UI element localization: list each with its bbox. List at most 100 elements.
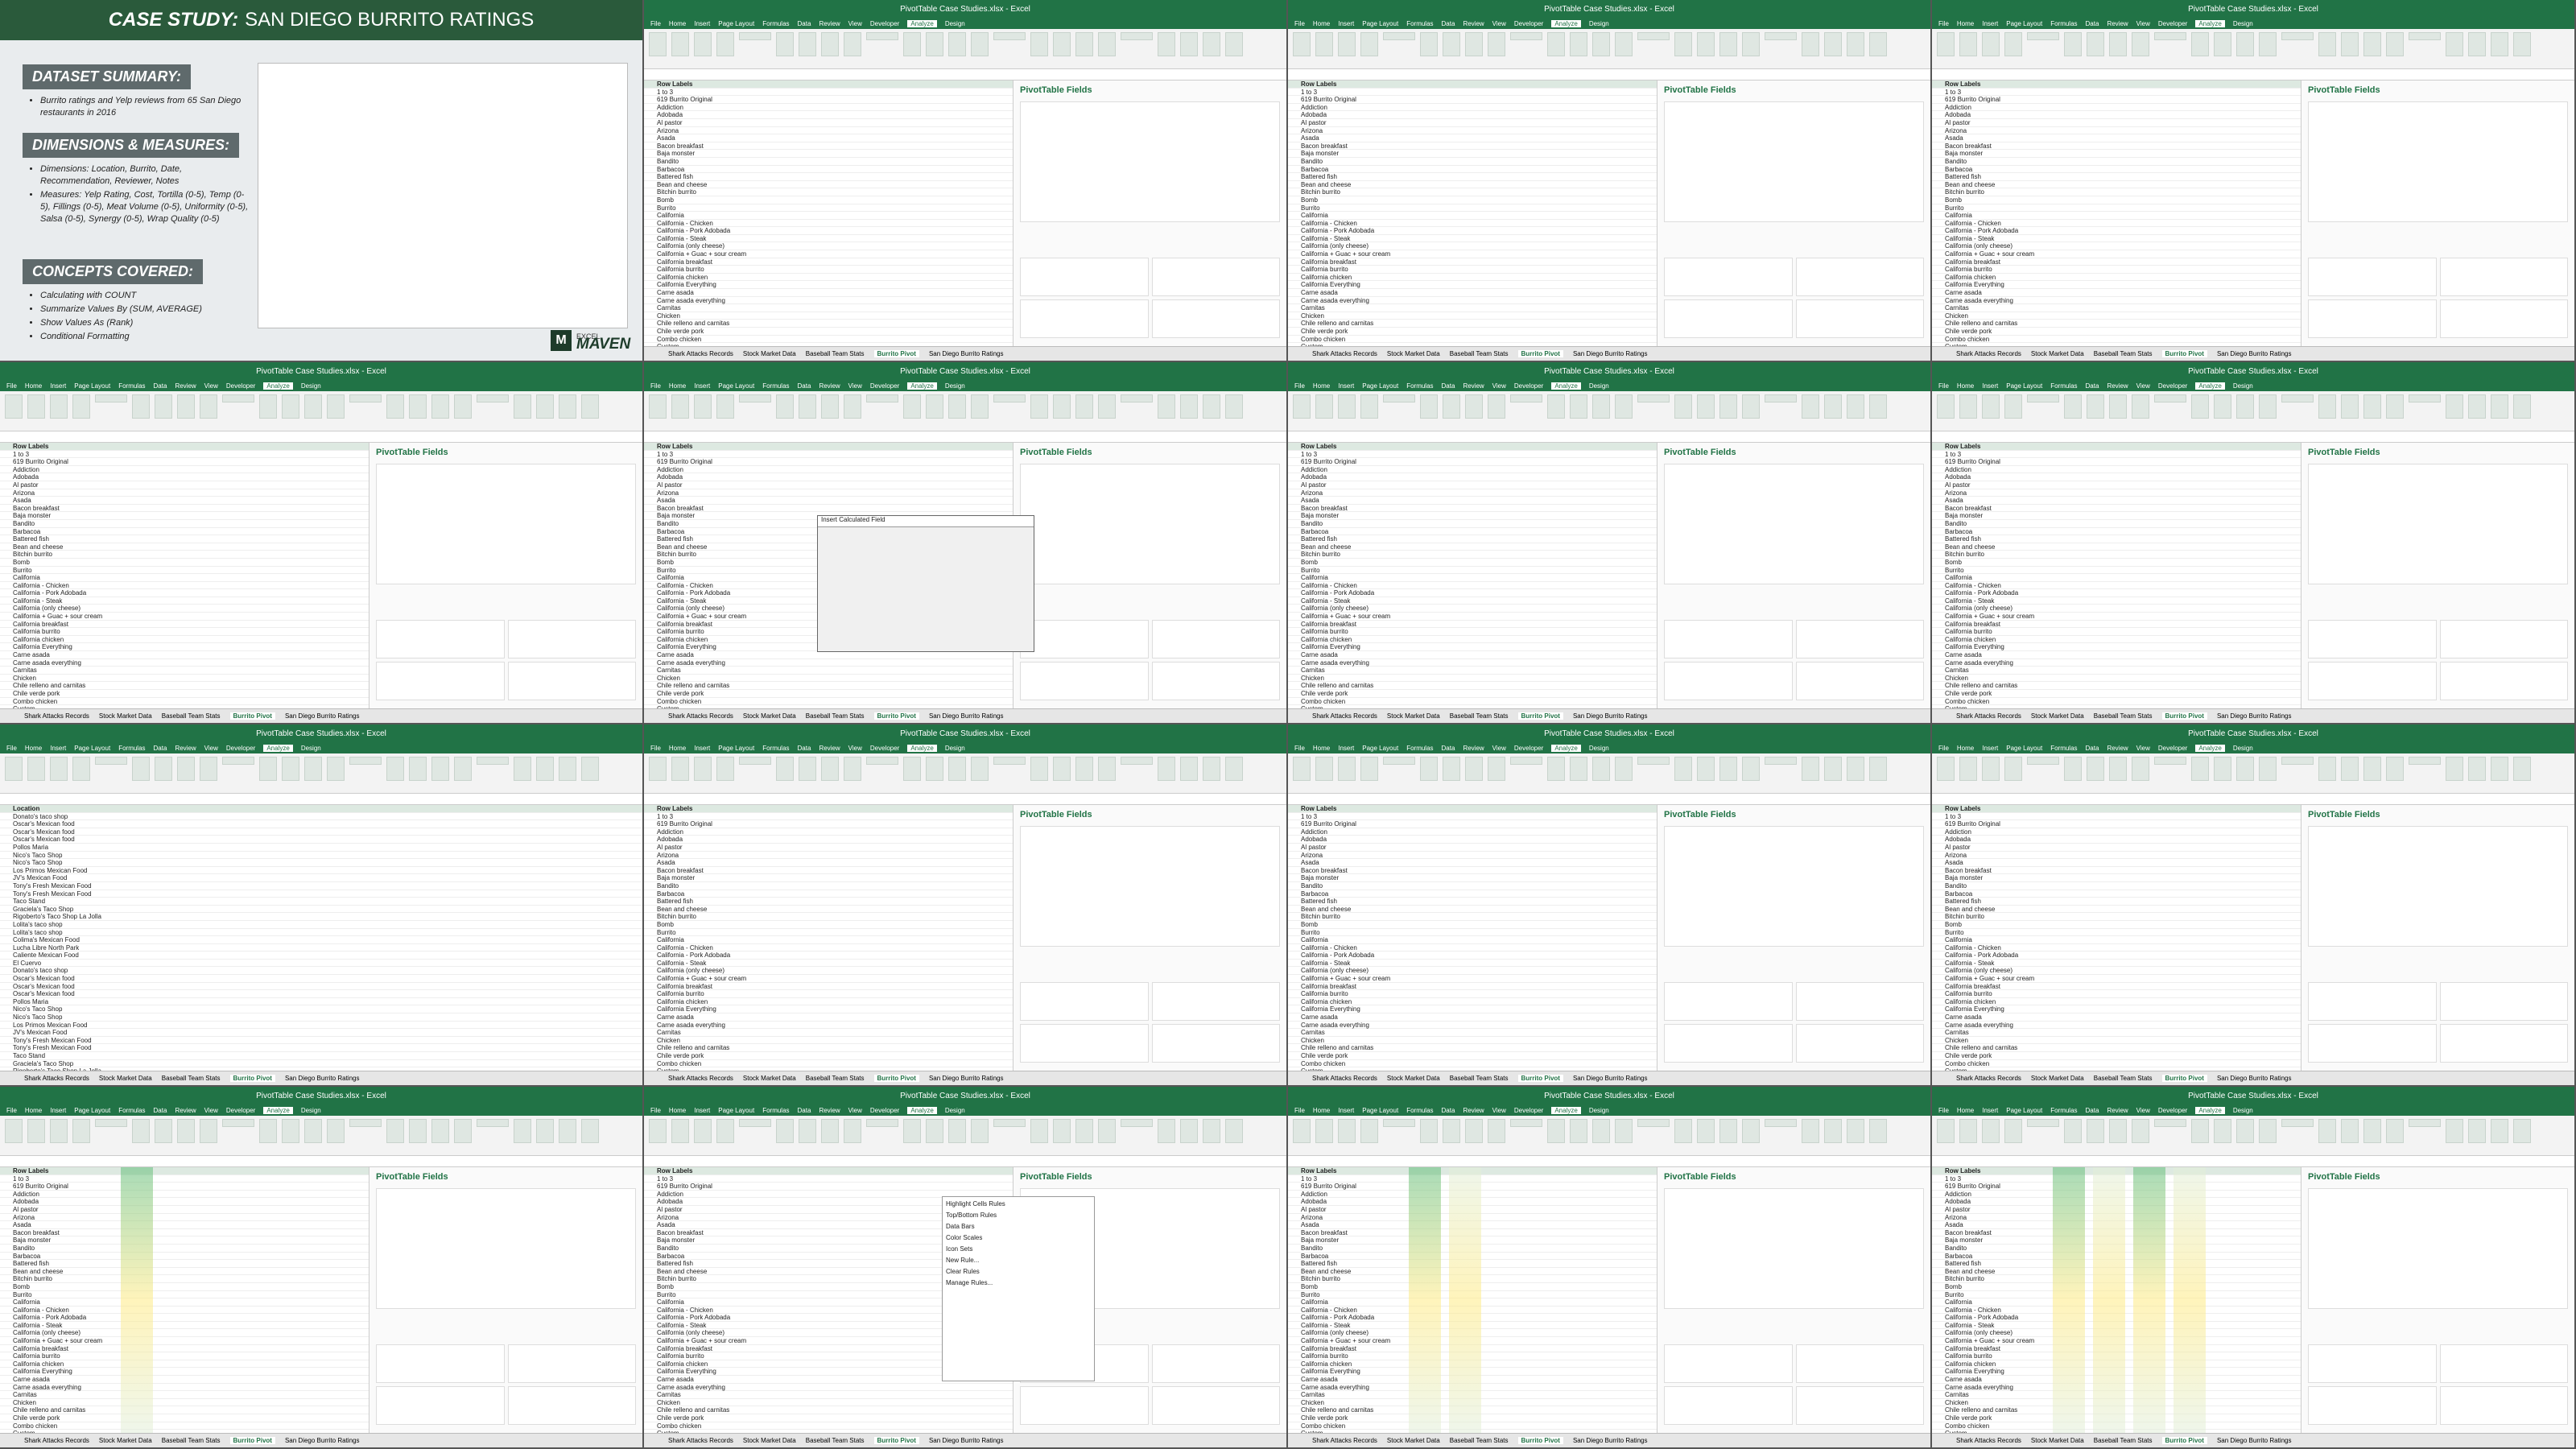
ribbon-tab[interactable]: File bbox=[1938, 20, 1949, 27]
pivot-row[interactable]: 619 Burrito Original bbox=[644, 820, 1014, 828]
ribbon-tab[interactable]: Analyze bbox=[1551, 19, 1581, 27]
filters-area[interactable] bbox=[376, 620, 505, 658]
ribbon-button[interactable] bbox=[649, 32, 667, 56]
pivot-row[interactable]: Al pastor bbox=[644, 481, 1014, 489]
pivot-row[interactable]: California (only cheese) bbox=[644, 242, 1014, 251]
pivot-row[interactable]: Chicken bbox=[644, 1037, 1014, 1045]
cf-menu-item[interactable]: Manage Rules... bbox=[946, 1279, 1091, 1290]
ribbon-button[interactable] bbox=[2363, 32, 2381, 56]
pivot-row[interactable]: California bbox=[1932, 936, 2302, 944]
pivot-row[interactable]: California burrito bbox=[644, 990, 1014, 998]
ribbon-button[interactable] bbox=[1338, 1119, 1356, 1143]
sheet-tab[interactable]: Baseball Team Stats bbox=[1450, 1075, 1509, 1082]
ribbon-button[interactable] bbox=[739, 757, 771, 765]
ribbon-button[interactable] bbox=[2446, 32, 2463, 56]
ribbon-tab[interactable]: Developer bbox=[226, 382, 255, 390]
pivot-row[interactable]: California chicken bbox=[1932, 636, 2302, 644]
ribbon-button[interactable] bbox=[2027, 1119, 2059, 1127]
pivot-row[interactable]: 1 to 3 bbox=[644, 813, 1014, 821]
ribbon-button[interactable] bbox=[1982, 1119, 2000, 1143]
pivot-row[interactable]: Al pastor bbox=[1288, 119, 1658, 127]
pivot-row[interactable]: Chicken bbox=[1932, 1037, 2302, 1045]
pivot-row[interactable]: Bomb bbox=[0, 559, 370, 567]
field-list[interactable] bbox=[1020, 101, 1280, 222]
ribbon-button[interactable] bbox=[2409, 32, 2441, 40]
ribbon-button[interactable] bbox=[866, 394, 898, 402]
ribbon-button[interactable] bbox=[799, 32, 816, 56]
ribbon-button[interactable] bbox=[349, 757, 382, 765]
pivot-row[interactable]: 619 Burrito Original bbox=[1932, 96, 2302, 104]
pivot-row[interactable]: California breakfast bbox=[1288, 621, 1658, 629]
ribbon-tab[interactable]: Review bbox=[819, 20, 840, 27]
ribbon-button[interactable] bbox=[2154, 394, 2186, 402]
ribbon-button[interactable] bbox=[1637, 32, 1670, 40]
pivot-row[interactable]: Chile relleno and carnitas bbox=[644, 320, 1014, 328]
ribbon-button[interactable] bbox=[2468, 757, 2486, 781]
ribbon-button[interactable] bbox=[132, 1119, 150, 1143]
pivot-row[interactable]: Burrito bbox=[1932, 204, 2302, 213]
pivot-row[interactable]: 1 to 3 bbox=[644, 89, 1014, 97]
ribbon-tab[interactable]: View bbox=[1492, 382, 1506, 390]
ribbon-tab[interactable]: Review bbox=[175, 1107, 196, 1114]
ribbon-tab[interactable]: File bbox=[1294, 20, 1305, 27]
ribbon-tab[interactable]: Formulas bbox=[762, 20, 789, 27]
pivot-row[interactable]: Combo chicken bbox=[1288, 698, 1658, 706]
ribbon-button[interactable] bbox=[282, 394, 299, 419]
pivot-row[interactable]: Carne asada bbox=[1288, 1013, 1658, 1022]
pivot-row[interactable]: Addiction bbox=[0, 466, 370, 474]
ribbon-button[interactable] bbox=[1488, 757, 1505, 781]
pivot-row[interactable]: Battered fish bbox=[1932, 173, 2302, 181]
ribbon-button[interactable] bbox=[2281, 32, 2314, 40]
ribbon-button[interactable] bbox=[716, 757, 734, 781]
ribbon-tab[interactable]: Formulas bbox=[1406, 382, 1433, 390]
ribbon-button[interactable] bbox=[536, 757, 554, 781]
ribbon-button[interactable] bbox=[2259, 394, 2277, 419]
pivot-row[interactable]: Combo chicken bbox=[644, 336, 1014, 344]
ribbon-button[interactable] bbox=[1465, 1119, 1483, 1143]
sheet-tab[interactable]: San Diego Burrito Ratings bbox=[2217, 350, 2292, 357]
ribbon-button[interactable] bbox=[2363, 394, 2381, 419]
ribbon-button[interactable] bbox=[2446, 757, 2463, 781]
sheet-tab[interactable]: Burrito Pivot bbox=[1517, 1437, 1563, 1444]
pivot-row[interactable]: Carne asada everything bbox=[1288, 1022, 1658, 1030]
pivot-row[interactable]: California burrito bbox=[0, 1352, 370, 1360]
pivot-row[interactable]: Addiction bbox=[1288, 104, 1658, 112]
sheet-tab[interactable]: San Diego Burrito Ratings bbox=[929, 350, 1004, 357]
pivot-row[interactable]: California - Chicken bbox=[1932, 582, 2302, 590]
pivot-row[interactable]: California (only cheese) bbox=[1932, 242, 2302, 251]
cf-menu-item[interactable]: Top/Bottom Rules bbox=[946, 1212, 1091, 1223]
pivot-row[interactable]: California Everything bbox=[1932, 1005, 2302, 1014]
values-area[interactable] bbox=[1151, 1024, 1280, 1063]
ribbon-tab[interactable]: Insert bbox=[1338, 382, 1354, 390]
pivot-row[interactable]: California - Pork Adobada bbox=[1288, 589, 1658, 597]
pivot-row[interactable]: Carne asada everything bbox=[644, 1384, 1014, 1392]
sheet-tab[interactable]: San Diego Burrito Ratings bbox=[2217, 712, 2292, 720]
pivot-row[interactable]: Baja monster bbox=[1288, 874, 1658, 882]
ribbon-button[interactable] bbox=[1158, 32, 1175, 56]
ribbon-button[interactable] bbox=[821, 1119, 839, 1143]
ribbon-button[interactable] bbox=[1937, 394, 1955, 419]
ribbon-tab[interactable]: Data bbox=[798, 1107, 811, 1114]
ribbon-button[interactable] bbox=[2259, 757, 2277, 781]
pivot-row[interactable]: Battered fish bbox=[0, 1260, 370, 1268]
ribbon-button[interactable] bbox=[2087, 394, 2104, 419]
ribbon-tab[interactable]: Insert bbox=[694, 382, 710, 390]
pivot-row[interactable]: California breakfast bbox=[644, 983, 1014, 991]
ribbon-button[interactable] bbox=[2132, 1119, 2149, 1143]
ribbon-button[interactable] bbox=[1030, 757, 1048, 781]
ribbon-button[interactable] bbox=[2236, 1119, 2254, 1143]
sheet-tab[interactable]: Baseball Team Stats bbox=[806, 1075, 865, 1082]
ribbon-button[interactable] bbox=[1547, 32, 1565, 56]
ribbon-tab[interactable]: Formulas bbox=[1406, 1107, 1433, 1114]
pivot-row[interactable]: Combo chicken bbox=[644, 1060, 1014, 1068]
pivot-row[interactable]: 1 to 3 bbox=[1288, 451, 1658, 459]
sheet-grid[interactable]: Row Labels 1 to 3 619 Burrito Original Addi… bbox=[1932, 805, 2302, 1071]
ribbon-tab[interactable]: Insert bbox=[1338, 745, 1354, 752]
ribbon-button[interactable] bbox=[1075, 757, 1093, 781]
ribbon-tab[interactable]: Review bbox=[175, 745, 196, 752]
ribbon-button[interactable] bbox=[649, 394, 667, 419]
ribbon-tab[interactable]: Formulas bbox=[762, 1107, 789, 1114]
ribbon-tab[interactable]: Design bbox=[301, 1107, 321, 1114]
pivot-row[interactable]: California Everything bbox=[1288, 1005, 1658, 1014]
sheet-grid[interactable]: Row Labels 1 to 3 619 Burrito Original Addi… bbox=[1932, 443, 2302, 708]
